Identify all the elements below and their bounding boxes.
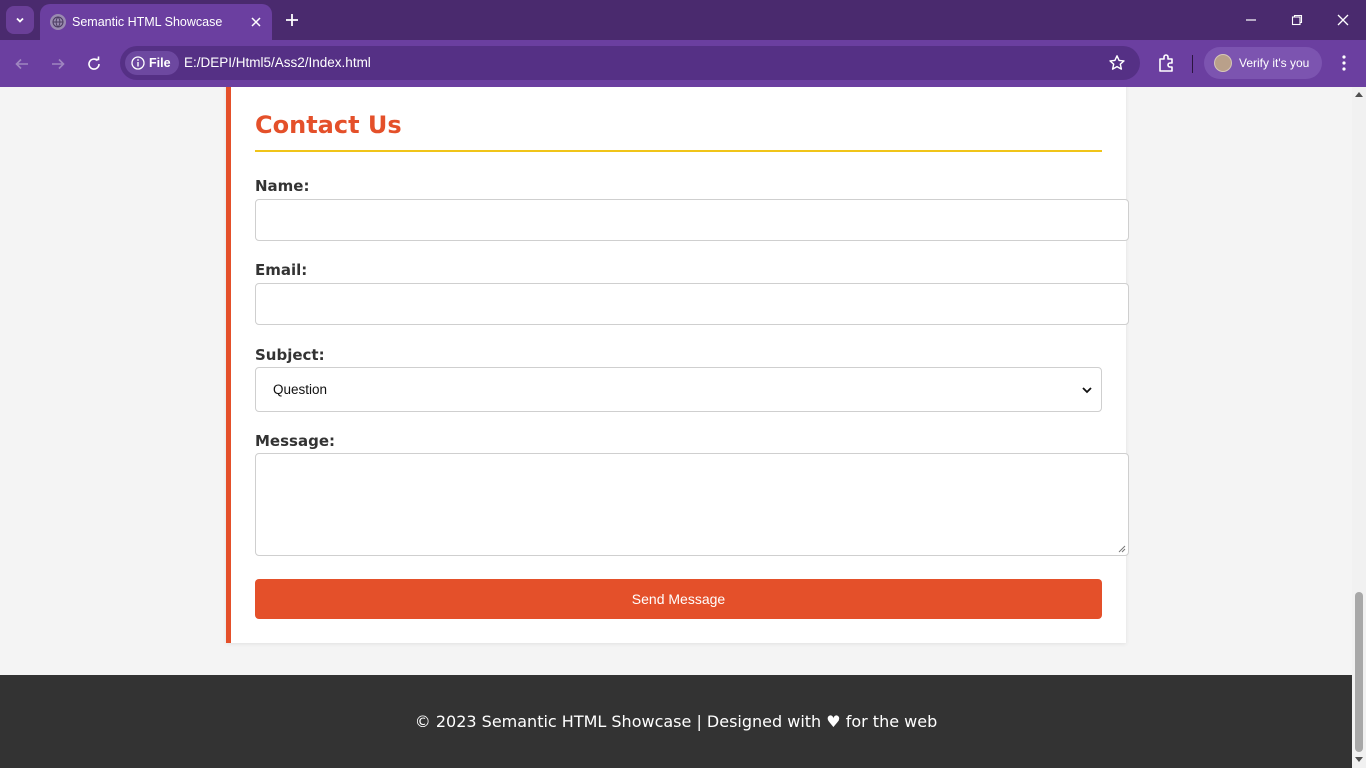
arrow-left-icon bbox=[15, 58, 28, 70]
contact-section: Contact Us Name: Email: Subject: Questio… bbox=[226, 87, 1129, 643]
forward-button[interactable] bbox=[46, 52, 70, 76]
tab-search-button[interactable] bbox=[6, 6, 34, 34]
avatar bbox=[1214, 54, 1232, 72]
browser-tab[interactable]: Semantic HTML Showcase bbox=[40, 4, 272, 40]
footer-text: © 2023 Semantic HTML Showcase | Designed… bbox=[414, 712, 938, 731]
close-window-button[interactable] bbox=[1320, 0, 1366, 40]
reload-button[interactable] bbox=[82, 52, 106, 76]
tab-title: Semantic HTML Showcase bbox=[72, 15, 223, 29]
profile-label: Verify it's you bbox=[1239, 56, 1310, 70]
reload-icon bbox=[88, 56, 100, 70]
url-text[interactable]: E:/DEPI/Html5/Ass2/Index.html bbox=[184, 55, 371, 70]
subject-label: Subject: bbox=[255, 346, 325, 364]
subject-select[interactable]: Question bbox=[255, 367, 1102, 412]
message-label: Message: bbox=[255, 432, 335, 450]
chevron-down-icon bbox=[1082, 387, 1092, 394]
email-input[interactable] bbox=[255, 283, 1129, 325]
page-footer: © 2023 Semantic HTML Showcase | Designed… bbox=[0, 675, 1352, 768]
scheme-label: File bbox=[149, 56, 171, 70]
menu-button[interactable] bbox=[1334, 53, 1354, 73]
name-label: Name: bbox=[255, 177, 310, 195]
kebab-menu-icon bbox=[1342, 55, 1346, 71]
puzzle-icon[interactable] bbox=[1156, 52, 1178, 74]
restore-button[interactable] bbox=[1274, 0, 1320, 40]
subject-selected-value: Question bbox=[273, 382, 328, 397]
resize-grip-icon[interactable] bbox=[1118, 545, 1126, 553]
vertical-scrollbar[interactable] bbox=[1352, 87, 1366, 768]
send-message-button[interactable]: Send Message bbox=[255, 579, 1102, 619]
close-tab-button[interactable] bbox=[246, 12, 266, 32]
email-label: Email: bbox=[255, 261, 308, 279]
browser-toolbar: File E:/DEPI/Html5/Ass2/Index.html Verif… bbox=[0, 40, 1366, 87]
scroll-down-arrow-icon[interactable] bbox=[1354, 754, 1364, 764]
minimize-button[interactable] bbox=[1228, 0, 1274, 40]
message-textarea[interactable] bbox=[255, 453, 1129, 556]
chevron-down-icon bbox=[16, 17, 24, 23]
title-divider bbox=[255, 150, 1102, 152]
scrollbar-thumb[interactable] bbox=[1355, 592, 1363, 752]
toolbar-divider bbox=[1192, 55, 1193, 73]
close-icon bbox=[251, 17, 261, 27]
address-bar[interactable]: File E:/DEPI/Html5/Ass2/Index.html bbox=[120, 46, 1140, 80]
browser-tab-strip: Semantic HTML Showcase bbox=[0, 0, 1366, 40]
plus-icon bbox=[286, 14, 298, 26]
back-button[interactable] bbox=[10, 52, 34, 76]
arrow-right-icon bbox=[52, 58, 65, 70]
restore-icon bbox=[1291, 14, 1303, 26]
name-input[interactable] bbox=[255, 199, 1129, 241]
info-icon bbox=[131, 56, 145, 70]
star-icon[interactable] bbox=[1108, 54, 1126, 72]
close-icon bbox=[1337, 14, 1349, 26]
contact-title: Contact Us bbox=[255, 111, 402, 139]
site-info-chip[interactable]: File bbox=[125, 51, 179, 75]
minimize-icon bbox=[1246, 19, 1256, 21]
page-viewport: Contact Us Name: Email: Subject: Questio… bbox=[0, 87, 1352, 768]
profile-button[interactable]: Verify it's you bbox=[1204, 47, 1322, 79]
new-tab-button[interactable] bbox=[282, 10, 302, 30]
globe-icon bbox=[50, 14, 66, 30]
scroll-up-arrow-icon[interactable] bbox=[1354, 90, 1364, 100]
